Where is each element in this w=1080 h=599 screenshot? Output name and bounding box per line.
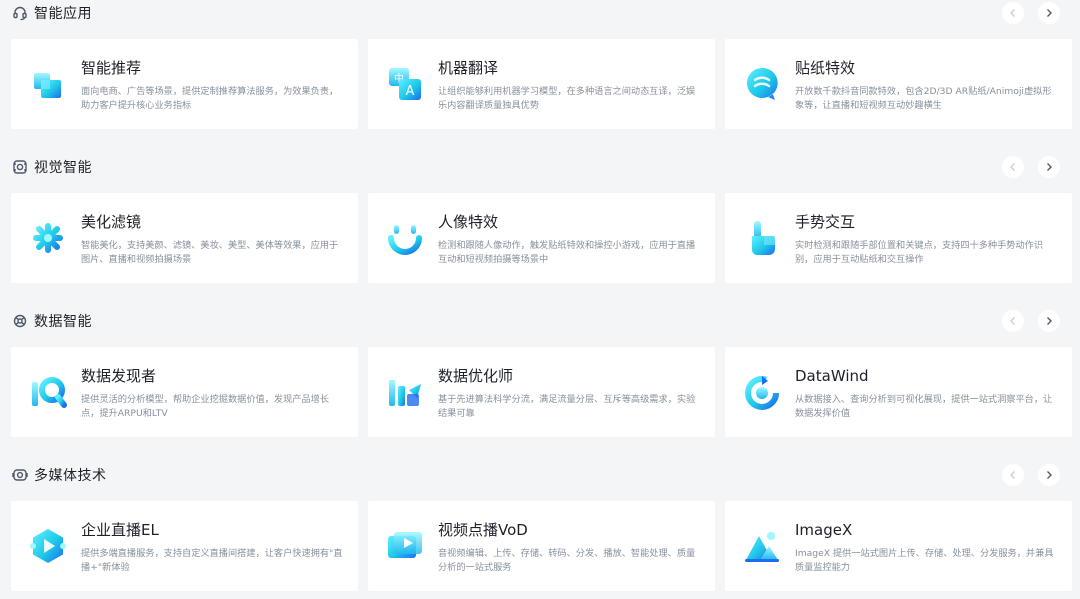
- card-description: 检测和跟随人像动作，触发贴纸特效和操控小游戏，应用于直播互动和短视频拍摄等场景中: [438, 240, 696, 265]
- product-card[interactable]: 智能推荐 面向电商、广告等场景，提供定制推荐算法服务，为效果负责，助力客户提升核…: [11, 39, 358, 129]
- carousel-prev-button[interactable]: [1002, 156, 1024, 178]
- section-title: 数据智能: [34, 314, 92, 330]
- media-icon: [12, 467, 28, 483]
- chevron-left-icon: [1008, 162, 1018, 172]
- product-card[interactable]: ImageX ImageX 提供一站式图片上传、存储、处理、分发服务，并兼具质量…: [725, 501, 1072, 591]
- product-card[interactable]: 人像特效 检测和跟随人像动作，触发贴纸特效和操控小游戏，应用于直播互动和短视频拍…: [368, 193, 715, 283]
- card-title: 美化滤镜: [81, 213, 142, 231]
- chevron-left-icon: [1008, 470, 1018, 480]
- chevron-right-icon: [1044, 162, 1054, 172]
- product-card[interactable]: 数据优化师 基于先进算法科学分流，满足流量分层、互斥等高级需求，实验结果可靠: [368, 347, 715, 437]
- carousel-next-button[interactable]: [1038, 464, 1060, 486]
- section-header: 多媒体技术: [12, 464, 1068, 486]
- sticker-icon: [742, 64, 782, 104]
- card-row: 美化滤镜 智能美化，支持美颜、滤镜、美妆、美型、美体等效果，应用于图片、直播和视…: [11, 193, 1072, 283]
- chevron-left-icon: [1008, 316, 1018, 326]
- card-description: 从数据接入、查询分析到可视化展现，提供一站式洞察平台，让数据发挥价值: [795, 394, 1053, 419]
- card-description: 智能美化，支持美颜、滤镜、美妆、美型、美体等效果，应用于图片、直播和视频拍摄场景: [81, 240, 339, 265]
- card-description: 基于先进算法科学分流，满足流量分层、互斥等高级需求，实验结果可靠: [438, 394, 696, 419]
- card-title: 贴纸特效: [795, 59, 856, 77]
- video-play-icon: [385, 526, 425, 566]
- product-card[interactable]: 企业直播EL 提供多端直播服务，支持自定义直播间搭建，让客户快速拥有"直播+"新…: [11, 501, 358, 591]
- svg-text:A: A: [406, 84, 415, 99]
- section-2: 数据智能 数据发现者 提供灵活的分析模型，帮助企业挖掘数据价值，发现产品增长点，…: [0, 308, 1080, 462]
- card-title: DataWind: [795, 367, 869, 385]
- section-header: 智能应用: [12, 2, 1068, 24]
- carousel-prev-button[interactable]: [1002, 310, 1024, 332]
- card-description: 让组织能够利用机器学习模型，在多种语言之间动态互译，泛娱乐内容翻译质量独具优势: [438, 86, 696, 111]
- carousel-next-button[interactable]: [1038, 2, 1060, 24]
- chevron-right-icon: [1044, 316, 1054, 326]
- carousel-prev-button[interactable]: [1002, 2, 1024, 24]
- card-description: 提供多端直播服务，支持自定义直播间搭建，让客户快速拥有"直播+"新体验: [81, 548, 343, 573]
- card-description: ImageX 提供一站式图片上传、存储、处理、分发服务，并兼具质量监控能力: [795, 548, 1054, 573]
- card-title: 企业直播EL: [81, 521, 159, 539]
- translate-icon: 中A: [385, 64, 425, 104]
- carousel-controls: [1002, 156, 1060, 178]
- product-card[interactable]: 贴纸特效 开放数千款抖音同款特效，包含2D/3D AR贴纸/Animoji虚拟形…: [725, 39, 1072, 129]
- data-search-icon: [28, 372, 68, 412]
- product-card[interactable]: 视频点播VoD 音视频编辑、上传、存储、转码、分发、播放、智能处理、质量分析的一…: [368, 501, 715, 591]
- card-description: 音视频编辑、上传、存储、转码、分发、播放、智能处理、质量分析的一站式服务: [438, 548, 696, 573]
- section-0: 智能应用 智能推荐 面向电商、广告等场景，提供定制推荐算法服务，为效果负责，助力…: [0, 0, 1080, 154]
- card-title: 数据发现者: [81, 367, 157, 385]
- section-3: 多媒体技术 企业直播EL 提供多端直播服务，支持自定义直播间搭建，让客户快速拥有…: [0, 462, 1080, 599]
- image-mountain-icon: [742, 526, 782, 566]
- card-title: 智能推荐: [81, 59, 142, 77]
- card-title: 手势交互: [795, 213, 856, 231]
- chevron-left-icon: [1008, 8, 1018, 18]
- card-row: 智能推荐 面向电商、广告等场景，提供定制推荐算法服务，为效果负责，助力客户提升核…: [11, 39, 1072, 129]
- hand-point-icon: [742, 218, 782, 258]
- data-ring-icon: [12, 313, 28, 329]
- section-title: 多媒体技术: [34, 468, 107, 484]
- section-title: 智能应用: [34, 6, 92, 22]
- card-title: 机器翻译: [438, 59, 499, 77]
- card-title: ImageX: [795, 521, 853, 539]
- optimize-shapes-icon: [385, 372, 425, 412]
- carousel-controls: [1002, 464, 1060, 486]
- vision-icon: [12, 159, 28, 175]
- cube-stack-icon: [28, 64, 68, 104]
- section-header: 数据智能: [12, 310, 1068, 332]
- sparkle-icon: [28, 218, 68, 258]
- card-description: 面向电商、广告等场景，提供定制推荐算法服务，为效果负责，助力客户提升核心业务指标: [81, 86, 339, 111]
- card-description: 实时检测和跟随手部位置和关键点，支持四十多种手势动作识别，应用于互动贴纸和交互操…: [795, 240, 1044, 265]
- chevron-right-icon: [1044, 470, 1054, 480]
- datawind-ring-icon: [742, 372, 782, 412]
- product-card[interactable]: 中A 机器翻译 让组织能够利用机器学习模型，在多种语言之间动态互译，泛娱乐内容翻…: [368, 39, 715, 129]
- section-header: 视觉智能: [12, 156, 1068, 178]
- section-title: 视觉智能: [34, 160, 92, 176]
- card-row: 数据发现者 提供灵活的分析模型，帮助企业挖掘数据价值，发现产品增长点，提升ARP…: [11, 347, 1072, 437]
- carousel-next-button[interactable]: [1038, 310, 1060, 332]
- product-card[interactable]: DataWind 从数据接入、查询分析到可视化展现，提供一站式洞察平台，让数据发…: [725, 347, 1072, 437]
- product-card[interactable]: 数据发现者 提供灵活的分析模型，帮助企业挖掘数据价值，发现产品增长点，提升ARP…: [11, 347, 358, 437]
- card-row: 企业直播EL 提供多端直播服务，支持自定义直播间搭建，让客户快速拥有"直播+"新…: [11, 501, 1072, 591]
- card-title: 视频点播VoD: [438, 521, 528, 539]
- carousel-next-button[interactable]: [1038, 156, 1060, 178]
- card-description: 开放数千款抖音同款特效，包含2D/3D AR贴纸/Animoji虚拟形象等，让直…: [795, 86, 1052, 111]
- headset-icon: [12, 5, 28, 21]
- product-card[interactable]: 手势交互 实时检测和跟随手部位置和关键点，支持四十多种手势动作识别，应用于互动贴…: [725, 193, 1072, 283]
- carousel-prev-button[interactable]: [1002, 464, 1024, 486]
- chevron-right-icon: [1044, 8, 1054, 18]
- carousel-controls: [1002, 2, 1060, 24]
- card-title: 人像特效: [438, 213, 499, 231]
- product-card[interactable]: 美化滤镜 智能美化，支持美颜、滤镜、美妆、美型、美体等效果，应用于图片、直播和视…: [11, 193, 358, 283]
- section-1: 视觉智能 美化滤镜 智能美化，支持美颜、滤镜、美妆、美型、美体等效果，应用于图片…: [0, 154, 1080, 308]
- page: 智能应用 智能推荐 面向电商、广告等场景，提供定制推荐算法服务，为效果负责，助力…: [0, 0, 1080, 599]
- card-title: 数据优化师: [438, 367, 514, 385]
- smile-face-icon: [385, 218, 425, 258]
- live-play-icon: [28, 526, 68, 566]
- card-description: 提供灵活的分析模型，帮助企业挖掘数据价值，发现产品增长点，提升ARPU和LTV: [81, 394, 330, 419]
- carousel-controls: [1002, 310, 1060, 332]
